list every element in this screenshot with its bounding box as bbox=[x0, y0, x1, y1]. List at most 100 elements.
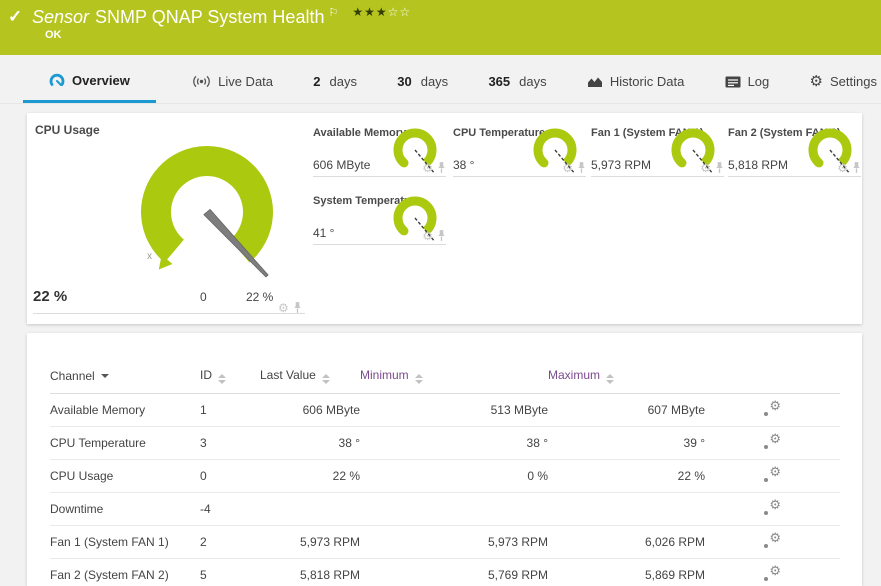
tab-live-data[interactable]: Live Data bbox=[188, 60, 277, 103]
gear-icon[interactable]: ⚙ bbox=[562, 162, 573, 174]
tab-live-data-label: Live Data bbox=[218, 74, 274, 89]
tab-bar: Overview Live Data 2 days 30 days 365 da… bbox=[0, 60, 881, 104]
channel-minimum: 38 ° bbox=[360, 426, 548, 460]
channel-settings-icon[interactable]: ⚙ bbox=[764, 497, 781, 515]
channel-maximum: 39 ° bbox=[548, 426, 705, 460]
tab-settings[interactable]: ⚙ Settings bbox=[806, 60, 881, 103]
channels-panel: Channel ID Last Value Minimum Maximum Av… bbox=[27, 333, 862, 586]
pin-icon[interactable] bbox=[715, 161, 724, 174]
tab-30-days[interactable]: 30 days bbox=[393, 60, 452, 103]
channels-table: Channel ID Last Value Minimum Maximum Av… bbox=[50, 363, 840, 586]
tab-365-days[interactable]: 365 days bbox=[484, 60, 550, 103]
tab-historic-data-label: Historic Data bbox=[609, 74, 685, 89]
column-header-last-value-label: Last Value bbox=[260, 368, 316, 382]
main-gauge-scale-start: 0 bbox=[200, 290, 207, 304]
gear-icon: ⚙ bbox=[769, 464, 781, 479]
mini-gauge-value: 38 ° bbox=[453, 158, 475, 172]
table-header-row: Channel ID Last Value Minimum Maximum bbox=[50, 363, 840, 394]
tab-settings-label: Settings bbox=[830, 74, 877, 89]
tab-365-days-number: 365 bbox=[488, 74, 511, 89]
main-gauge-value: 22 % bbox=[33, 288, 68, 305]
mini-gauge-fan2: Fan 2 (System FAN 2) 5,818 RPM ⚙ bbox=[728, 125, 861, 177]
channel-minimum: 513 MByte bbox=[360, 393, 548, 427]
tab-2-days-label: days bbox=[329, 74, 357, 89]
channel-maximum: 607 MByte bbox=[548, 393, 705, 427]
tab-historic-data[interactable]: Historic Data bbox=[583, 60, 688, 103]
priority-flag-icon[interactable]: ⚐ bbox=[328, 7, 338, 19]
tab-30-days-label: days bbox=[420, 74, 449, 89]
column-header-maximum-label: Maximum bbox=[548, 368, 601, 382]
mini-gauge-value: 41 ° bbox=[313, 226, 335, 240]
stars-empty[interactable]: ☆☆ bbox=[388, 5, 412, 19]
mini-gauge-actions: ⚙ bbox=[422, 229, 446, 242]
table-row: Available Memory 1 606 MByte 513 MByte 6… bbox=[50, 393, 840, 427]
gear-icon: ⚙ bbox=[769, 530, 781, 545]
channel-name: CPU Temperature bbox=[50, 426, 200, 460]
priority-stars[interactable]: ★★★☆☆ bbox=[352, 5, 411, 19]
prtg-sensor-page: ✓ Sensor SNMP QNAP System Health ⚐ ★★★☆☆ OK… bbox=[0, 0, 881, 586]
gauge-icon bbox=[49, 73, 65, 86]
channel-settings-icon[interactable]: ⚙ bbox=[764, 432, 781, 449]
area-chart-icon bbox=[587, 77, 602, 87]
column-header-id-label: ID bbox=[200, 368, 212, 382]
sort-icon bbox=[218, 374, 226, 384]
mini-gauge-available-memory: Available Memory 606 MByte ⚙ bbox=[313, 125, 446, 177]
channel-last-value: 5,973 RPM bbox=[260, 525, 360, 559]
table-row: CPU Temperature 3 38 ° 38 ° 39 ° ⚙ bbox=[50, 426, 840, 460]
sensor-status-text: OK bbox=[45, 29, 62, 41]
mini-gauge-value: 606 MByte bbox=[313, 158, 371, 172]
tab-2-days[interactable]: 2 days bbox=[309, 60, 361, 103]
stars-filled[interactable]: ★★★ bbox=[352, 5, 387, 19]
column-header-actions bbox=[705, 363, 840, 394]
mini-gauge-actions: ⚙ bbox=[700, 161, 724, 174]
tab-log-label: Log bbox=[747, 74, 770, 89]
pin-icon[interactable] bbox=[852, 161, 861, 174]
mini-gauge-actions: ⚙ bbox=[837, 161, 861, 174]
channel-settings-icon[interactable]: ⚙ bbox=[764, 564, 781, 581]
channel-last-value: 22 % bbox=[260, 459, 360, 493]
gear-icon[interactable]: ⚙ bbox=[700, 162, 711, 174]
channel-last-value: 606 MByte bbox=[260, 393, 360, 427]
main-gauge-x-marker: x bbox=[147, 251, 152, 262]
channel-settings-icon[interactable]: ⚙ bbox=[764, 530, 781, 548]
sort-icon bbox=[321, 374, 330, 384]
channel-id: -4 bbox=[200, 492, 260, 526]
tab-overview[interactable]: Overview bbox=[23, 60, 156, 103]
column-header-last-value[interactable]: Last Value bbox=[260, 363, 360, 394]
channel-last-value bbox=[260, 492, 360, 526]
table-row: Downtime -4 ⚙ bbox=[50, 492, 840, 526]
channel-settings-icon[interactable]: ⚙ bbox=[764, 464, 781, 482]
column-header-id[interactable]: ID bbox=[200, 363, 260, 394]
pin-icon[interactable] bbox=[437, 229, 446, 242]
channel-minimum bbox=[360, 492, 548, 526]
channel-name: CPU Usage bbox=[50, 459, 200, 493]
mini-gauge-actions: ⚙ bbox=[562, 161, 586, 174]
column-header-maximum[interactable]: Maximum bbox=[548, 363, 705, 394]
channel-settings-icon[interactable]: ⚙ bbox=[764, 399, 781, 416]
object-type-label: Sensor bbox=[32, 7, 90, 27]
pin-icon[interactable] bbox=[437, 161, 446, 174]
column-header-channel[interactable]: Channel bbox=[50, 363, 200, 394]
main-gauge-scale-end: 22 % bbox=[246, 290, 274, 304]
sensor-title-line: Sensor SNMP QNAP System Health ⚐ ★★★☆☆ bbox=[32, 5, 411, 28]
sort-icon bbox=[414, 374, 423, 384]
pin-icon[interactable] bbox=[577, 161, 586, 174]
tab-log[interactable]: Log bbox=[721, 60, 774, 103]
channel-name: Fan 1 (System FAN 1) bbox=[50, 525, 200, 559]
channel-minimum: 5,769 RPM bbox=[360, 558, 548, 586]
channel-minimum: 5,973 RPM bbox=[360, 525, 548, 559]
gear-icon[interactable]: ⚙ bbox=[422, 230, 433, 242]
gear-icon: ⚙ bbox=[769, 497, 781, 512]
mini-gauge-fan1: Fan 1 (System FAN 1) 5,973 RPM ⚙ bbox=[591, 125, 724, 177]
channel-maximum: 22 % bbox=[548, 459, 705, 493]
mini-gauge-value: 5,973 RPM bbox=[591, 158, 652, 172]
channel-id: 2 bbox=[200, 525, 260, 559]
ok-check-icon: ✓ bbox=[8, 7, 23, 26]
log-list-icon bbox=[725, 76, 741, 87]
gear-icon[interactable]: ⚙ bbox=[837, 162, 848, 174]
gear-icon[interactable]: ⚙ bbox=[422, 162, 433, 174]
channel-id: 0 bbox=[200, 459, 260, 493]
sensor-title: SNMP QNAP System Health bbox=[95, 7, 325, 27]
tab-365-days-label: days bbox=[519, 74, 547, 89]
column-header-minimum[interactable]: Minimum bbox=[360, 363, 548, 394]
